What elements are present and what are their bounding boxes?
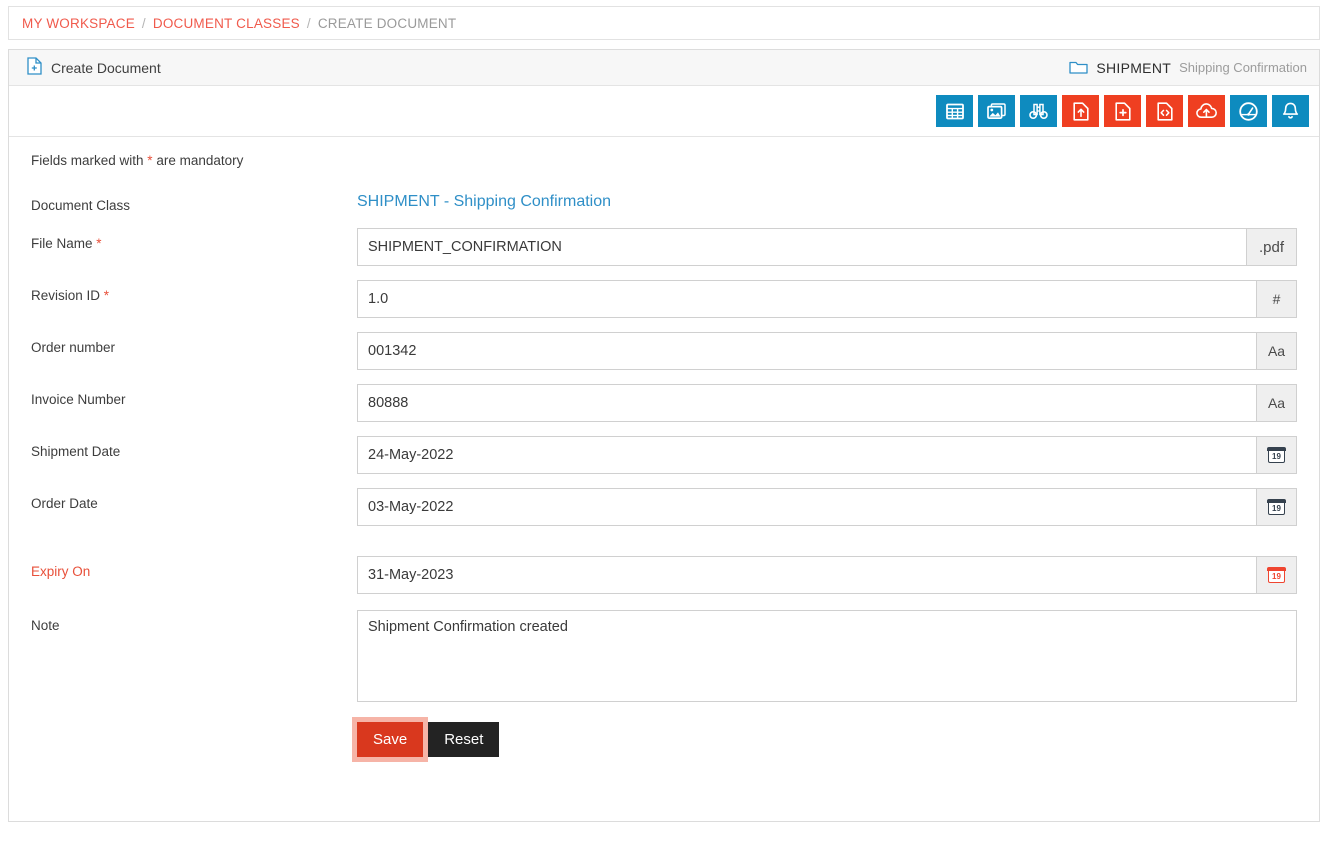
- cloud-upload-icon-button[interactable]: [1188, 95, 1225, 127]
- bell-icon: [1282, 102, 1299, 121]
- form-row-shipment-date: Shipment Date 19: [9, 436, 1319, 475]
- text-addon[interactable]: Aa: [1257, 384, 1297, 423]
- cloud-upload-icon: [1196, 103, 1217, 119]
- order-date-picker-button[interactable]: 19: [1257, 488, 1297, 527]
- document-class-code: SHIPMENT: [1096, 59, 1172, 76]
- mandatory-fields-note: Fields marked with * are mandatory: [9, 153, 1319, 168]
- bell-icon-button[interactable]: [1272, 95, 1309, 127]
- file-upload-icon-button[interactable]: [1062, 95, 1099, 127]
- revision-id-label: Revision ID *: [31, 280, 357, 304]
- create-document-form: Fields marked with * are mandatory Docum…: [9, 137, 1319, 758]
- order-date-input[interactable]: [357, 488, 1257, 527]
- image-icon: [987, 102, 1006, 120]
- file-name-label: File Name *: [31, 228, 357, 252]
- order-number-input[interactable]: [357, 332, 1257, 371]
- create-document-panel: Create Document SHIPMENT Shipping Confir…: [8, 49, 1320, 822]
- mandatory-note-suffix: are mandatory: [152, 153, 244, 168]
- form-row-expiry-on: Expiry On 19: [9, 556, 1319, 595]
- breadcrumb: MY WORKSPACE / DOCUMENT CLASSES / CREATE…: [8, 6, 1320, 40]
- expiry-on-label: Expiry On: [31, 564, 91, 580]
- shipment-date-label: Shipment Date: [31, 444, 121, 460]
- breadcrumb-item-create-document: CREATE DOCUMENT: [317, 15, 457, 31]
- panel-title-group: Create Document: [27, 57, 161, 78]
- file-add-icon-button[interactable]: [1104, 95, 1141, 127]
- breadcrumb-item-document-classes[interactable]: DOCUMENT CLASSES: [153, 16, 300, 31]
- document-class-label: Document Class: [31, 198, 131, 213]
- shipment-date-picker-button[interactable]: 19: [1257, 436, 1297, 475]
- shipment-date-input[interactable]: [357, 436, 1257, 475]
- document-add-icon: [27, 57, 42, 78]
- table-icon-button[interactable]: [936, 95, 973, 127]
- file-add-icon: [1114, 101, 1131, 121]
- document-class-badge: SHIPMENT Shipping Confirmation: [1069, 59, 1307, 77]
- note-textarea[interactable]: [357, 610, 1297, 703]
- breadcrumb-item-my-workspace[interactable]: MY WORKSPACE: [22, 16, 135, 31]
- calendar-icon: 19: [1267, 498, 1286, 516]
- order-date-label: Order Date: [31, 496, 98, 512]
- form-row-revision-id: Revision ID * #: [9, 280, 1319, 319]
- file-code-icon-button[interactable]: [1146, 95, 1183, 127]
- order-number-label: Order number: [31, 340, 116, 356]
- number-addon[interactable]: #: [1257, 280, 1297, 319]
- breadcrumb-separator: /: [306, 15, 311, 31]
- expiry-on-input[interactable]: [357, 556, 1257, 595]
- form-row-note: Note: [9, 610, 1319, 703]
- file-upload-icon: [1072, 101, 1089, 121]
- binoculars-icon: [1029, 103, 1048, 120]
- binoculars-icon-button[interactable]: [1020, 95, 1057, 127]
- dashboard-icon-button[interactable]: [1230, 95, 1267, 127]
- save-button[interactable]: Save: [357, 722, 424, 758]
- invoice-number-input[interactable]: [357, 384, 1257, 423]
- calendar-icon: 19: [1267, 446, 1286, 464]
- form-actions: Save Reset: [9, 722, 1319, 758]
- calendar-icon: 19: [1267, 566, 1286, 584]
- expiry-on-date-picker-button[interactable]: 19: [1257, 556, 1297, 595]
- revision-id-input[interactable]: [357, 280, 1257, 319]
- file-code-icon: [1156, 101, 1173, 121]
- document-class-name: Shipping Confirmation: [1179, 60, 1307, 75]
- note-label: Note: [31, 618, 60, 634]
- reset-button[interactable]: Reset: [428, 722, 500, 758]
- text-addon[interactable]: Aa: [1257, 332, 1297, 371]
- mandatory-note-prefix: Fields marked with: [31, 153, 148, 168]
- invoice-number-label: Invoice Number: [31, 392, 126, 408]
- page-title: Create Document: [51, 59, 161, 76]
- form-row-order-number: Order number Aa: [9, 332, 1319, 371]
- folder-icon: [1069, 59, 1088, 77]
- document-class-value: SHIPMENT - Shipping Confirmation: [357, 193, 612, 210]
- action-toolbar: [9, 86, 1319, 137]
- revision-id-label-text: Revision ID: [31, 288, 101, 304]
- file-name-label-text: File Name: [31, 236, 93, 252]
- dashboard-icon: [1239, 101, 1258, 121]
- form-row-document-class: Document Class SHIPMENT - Shipping Confi…: [9, 190, 1319, 214]
- panel-header: Create Document SHIPMENT Shipping Confir…: [9, 50, 1319, 86]
- required-star: *: [100, 288, 110, 304]
- file-extension-addon[interactable]: .pdf: [1247, 228, 1297, 267]
- form-row-order-date: Order Date 19: [9, 488, 1319, 527]
- table-icon: [945, 103, 964, 120]
- file-name-input[interactable]: [357, 228, 1247, 267]
- image-icon-button[interactable]: [978, 95, 1015, 127]
- form-row-file-name: File Name * .pdf: [9, 228, 1319, 267]
- form-row-invoice-number: Invoice Number Aa: [9, 384, 1319, 423]
- breadcrumb-separator: /: [141, 15, 146, 31]
- required-star: *: [92, 236, 102, 252]
